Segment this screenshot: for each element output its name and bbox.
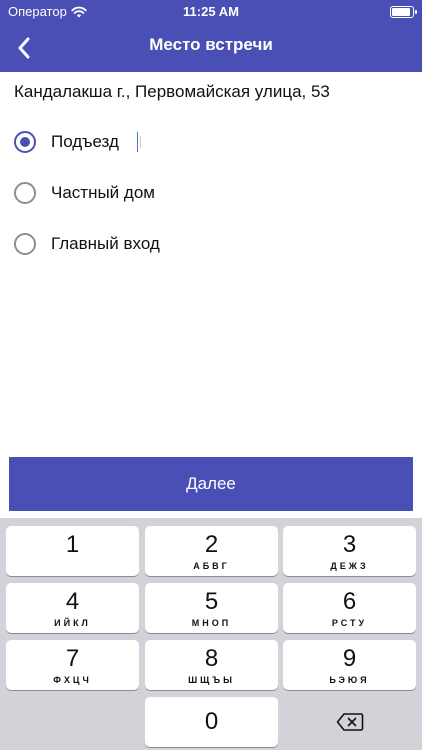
key-letters: ШЩЪЫ: [188, 675, 235, 685]
address-text: Кандалакша г., Первомайская улица, 53: [14, 82, 330, 101]
status-bar: Оператор 11:25 AM: [0, 0, 422, 24]
option-label: Частный дом: [51, 183, 155, 202]
key-digit: 4: [65, 588, 80, 615]
key-digit: 3: [342, 531, 357, 558]
delete-key[interactable]: [283, 697, 416, 747]
key-digit: 5: [204, 588, 219, 615]
option-label: Подъезд: [51, 132, 119, 151]
option-main-entrance[interactable]: Главный вход: [14, 228, 160, 260]
key-letters: РСТУ: [331, 618, 368, 628]
key-1[interactable]: 1: [6, 526, 139, 576]
key-letters: ИЙКЛ: [54, 618, 91, 628]
numeric-keyboard: 1 2 АБВГ 3 ДЕЖЗ 4 ИЙКЛ 5 МНОП 6 РСТУ 7 Ф…: [0, 518, 422, 750]
key-digit: 2: [204, 531, 219, 558]
key-digit: 7: [65, 645, 80, 672]
key-letters: ФХЦЧ: [53, 675, 92, 685]
key-7[interactable]: 7 ФХЦЧ: [6, 640, 139, 690]
option-private-house[interactable]: Частный дом: [14, 177, 155, 209]
cursor-shadow: [140, 136, 142, 148]
key-digit: 1: [65, 531, 80, 558]
radio-button[interactable]: [14, 182, 36, 204]
key-digit: 0: [204, 708, 219, 735]
key-letters: АБВГ: [193, 561, 230, 571]
status-time: 11:25 AM: [183, 4, 239, 19]
header: Оператор 11:25 AM Место встречи: [0, 0, 422, 72]
navbar: Место встречи: [0, 24, 422, 72]
option-entrance[interactable]: Подъезд: [14, 126, 142, 158]
option-label: Главный вход: [51, 234, 160, 253]
next-button[interactable]: Далее: [9, 457, 413, 511]
key-8[interactable]: 8 ШЩЪЫ: [145, 640, 278, 690]
key-digit: 6: [342, 588, 357, 615]
key-5[interactable]: 5 МНОП: [145, 583, 278, 633]
radio-button[interactable]: [14, 233, 36, 255]
radio-button-selected[interactable]: [14, 131, 36, 153]
battery-icon: [390, 6, 417, 18]
key-letters: ДЕЖЗ: [330, 561, 369, 571]
key-6[interactable]: 6 РСТУ: [283, 583, 416, 633]
key-letters: МНОП: [191, 618, 232, 628]
key-0[interactable]: 0: [145, 697, 278, 747]
key-4[interactable]: 4 ИЙКЛ: [6, 583, 139, 633]
key-digit: 9: [342, 645, 357, 672]
key-digit: 8: [204, 645, 219, 672]
key-9[interactable]: 9 ЬЭЮЯ: [283, 640, 416, 690]
backspace-icon: [336, 713, 363, 731]
key-3[interactable]: 3 ДЕЖЗ: [283, 526, 416, 576]
text-cursor: [136, 132, 139, 152]
key-letters: ЬЭЮЯ: [329, 675, 370, 685]
page-title: Место встречи: [149, 35, 273, 54]
key-2[interactable]: 2 АБВГ: [145, 526, 278, 576]
